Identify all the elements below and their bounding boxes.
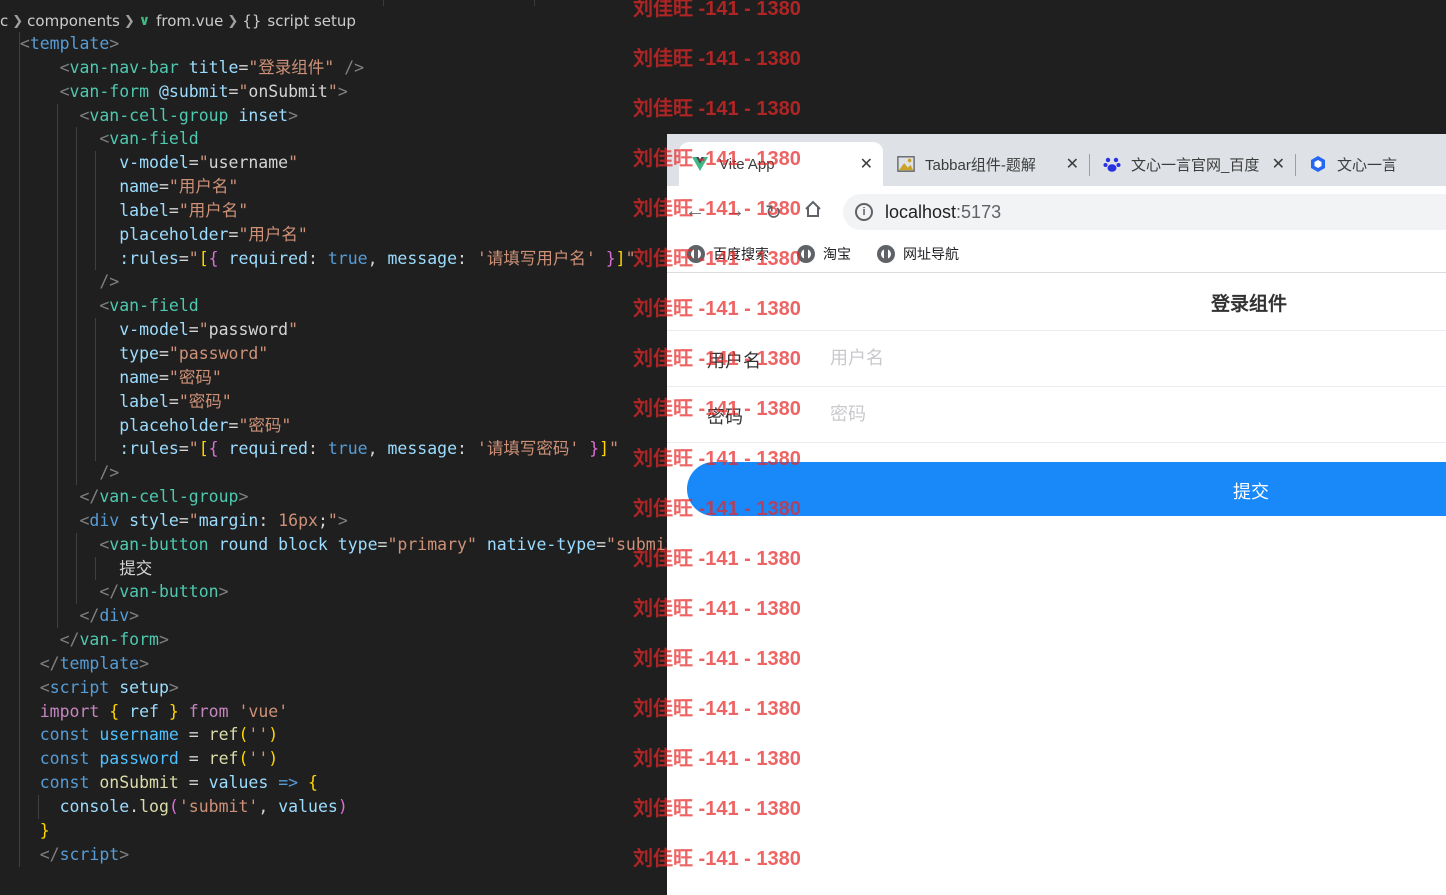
bookmark-label: 网址导航 bbox=[903, 246, 959, 262]
info-icon[interactable]: i bbox=[855, 203, 873, 221]
username-field[interactable]: 用户名 bbox=[667, 331, 1446, 387]
username-input[interactable] bbox=[830, 343, 1410, 373]
breadcrumb: c ❯ components ❯ ∨ from.vue ❯ {} script … bbox=[0, 9, 356, 33]
code-line: console.log('submit', values) bbox=[0, 795, 667, 819]
back-icon[interactable]: ← bbox=[685, 200, 705, 223]
code-line: name="用户名" bbox=[0, 175, 667, 199]
browser-window: Vite App ✕ Tabbar组件-题解 ✕ 文心一言官网_百度 ✕ 文心一… bbox=[667, 134, 1446, 895]
bookmark-nav[interactable]: 网址导航 bbox=[877, 244, 959, 264]
breadcrumb-file[interactable]: from.vue bbox=[156, 12, 223, 30]
close-icon[interactable]: ✕ bbox=[1066, 154, 1079, 174]
code-line: </div> bbox=[0, 604, 667, 629]
code-line: 提交 bbox=[0, 556, 667, 581]
code-line: </van-button> bbox=[0, 580, 667, 605]
page-content: 登录组件 用户名 密码 提交 bbox=[667, 273, 1446, 895]
url-bar[interactable]: i localhost:5173 bbox=[843, 194, 1446, 230]
password-label: 密码 bbox=[707, 407, 743, 427]
tab-separator bbox=[1295, 154, 1296, 176]
page-title: 登录组件 bbox=[1211, 294, 1288, 315]
code-line: <van-button round block type="primary" n… bbox=[0, 532, 667, 557]
tab-label: 文心一言官网_百度 bbox=[1131, 156, 1260, 174]
code-line: <script setup> bbox=[0, 675, 667, 700]
breadcrumb-folder[interactable]: components bbox=[27, 12, 120, 30]
tab-wenxin-baidu[interactable]: 文心一言官网_百度 ✕ bbox=[1091, 142, 1295, 186]
tab-label: Vite App bbox=[719, 155, 775, 173]
home-icon[interactable] bbox=[804, 200, 822, 224]
forward-icon[interactable]: → bbox=[725, 200, 745, 223]
tab-vite-app[interactable]: Vite App ✕ bbox=[679, 142, 883, 186]
code-line: const onSubmit = values => { bbox=[0, 771, 667, 795]
chevron-right-icon: ❯ bbox=[227, 13, 239, 29]
code-line: const username = ref('') bbox=[0, 723, 667, 748]
tab-tabbar[interactable]: Tabbar组件-题解 ✕ bbox=[885, 142, 1089, 186]
code-line: </template> bbox=[0, 651, 667, 676]
password-input[interactable] bbox=[830, 399, 1410, 429]
password-field[interactable]: 密码 bbox=[667, 387, 1446, 443]
code-line: } bbox=[0, 818, 667, 843]
code-line: /> bbox=[0, 461, 667, 486]
code-line: </van-form> bbox=[0, 628, 667, 652]
chevron-right-icon: ❯ bbox=[123, 13, 135, 29]
reload-icon[interactable]: ↻ bbox=[765, 200, 782, 225]
code-line: label="用户名" bbox=[0, 198, 667, 223]
code-editor[interactable]: c ❯ components ❯ ∨ from.vue ❯ {} script … bbox=[0, 0, 667, 895]
code-line: v-model="password" bbox=[0, 318, 667, 342]
code-area[interactable]: <template> <van-nav-bar title="登录组件" /> … bbox=[0, 32, 667, 867]
code-line: </van-cell-group> bbox=[0, 485, 667, 509]
url-host: localhost bbox=[885, 201, 957, 222]
code-line: :rules="[{ required: true, message: '请填写… bbox=[0, 246, 667, 271]
address-bar-row: ← → ↻ i localhost:5173 bbox=[667, 186, 1446, 236]
code-line: <template> bbox=[0, 32, 667, 56]
code-line: name="密码" bbox=[0, 365, 667, 390]
code-line: :rules="[{ required: true, message: '请填写… bbox=[0, 437, 667, 462]
code-line: <van-form @submit="onSubmit"> bbox=[0, 79, 667, 104]
braces-icon: {} bbox=[242, 12, 262, 30]
image-icon bbox=[897, 155, 915, 173]
code-line: <van-cell-group inset> bbox=[0, 103, 667, 128]
code-line: placeholder="密码" bbox=[0, 413, 667, 438]
code-line: <van-nav-bar title="登录组件" /> bbox=[0, 55, 667, 80]
close-icon[interactable]: ✕ bbox=[860, 154, 873, 174]
code-line: placeholder="用户名" bbox=[0, 222, 667, 247]
tab-label: Tabbar组件-题解 bbox=[925, 156, 1036, 174]
code-line: const password = ref('') bbox=[0, 747, 667, 772]
code-line: <van-field bbox=[0, 294, 667, 319]
code-line: import { ref } from 'vue' bbox=[0, 699, 667, 724]
code-line: label="密码" bbox=[0, 389, 667, 414]
submit-button[interactable]: 提交 bbox=[687, 462, 1446, 516]
breadcrumb-root[interactable]: c bbox=[0, 12, 8, 30]
bookmarks-bar: 百度搜索 淘宝 网址导航 bbox=[667, 236, 1446, 273]
code-line: </script> bbox=[0, 842, 667, 867]
tab-divider bbox=[534, 0, 535, 6]
tab-label: 文心一言 bbox=[1337, 156, 1398, 174]
nav-bar: 登录组件 bbox=[667, 273, 1446, 331]
globe-icon bbox=[877, 245, 895, 263]
breadcrumb-symbol[interactable]: script setup bbox=[267, 12, 356, 30]
bookmark-label: 淘宝 bbox=[823, 246, 851, 262]
submit-label: 提交 bbox=[1233, 482, 1269, 502]
tab-divider bbox=[383, 0, 384, 6]
code-line: <van-field bbox=[0, 127, 667, 152]
globe-icon bbox=[797, 245, 815, 263]
code-line: <div style="margin: 16px;"> bbox=[0, 508, 667, 533]
chevron-right-icon: ❯ bbox=[12, 13, 24, 29]
close-icon[interactable]: ✕ bbox=[1272, 154, 1285, 174]
code-line: /> bbox=[0, 270, 667, 295]
bookmark-label: 百度搜索 bbox=[713, 246, 769, 262]
code-line: v-model="username" bbox=[0, 151, 667, 176]
globe-icon bbox=[687, 245, 705, 263]
vue-file-icon: ∨ bbox=[138, 13, 151, 29]
ernie-icon bbox=[1309, 155, 1327, 173]
username-label: 用户名 bbox=[707, 351, 761, 371]
tab-wenxin[interactable]: 文心一言 bbox=[1297, 142, 1446, 186]
code-line: type="password" bbox=[0, 341, 667, 366]
vite-icon bbox=[691, 155, 709, 173]
url-text[interactable]: localhost:5173 bbox=[885, 202, 1001, 223]
tab-strip: Vite App ✕ Tabbar组件-题解 ✕ 文心一言官网_百度 ✕ 文心一… bbox=[667, 134, 1446, 186]
bookmark-taobao[interactable]: 淘宝 bbox=[797, 244, 851, 264]
url-port: :5173 bbox=[956, 201, 1002, 222]
tab-separator bbox=[1089, 154, 1090, 176]
bookmark-baidu-search[interactable]: 百度搜索 bbox=[687, 244, 769, 264]
baidu-paw-icon bbox=[1103, 155, 1121, 173]
